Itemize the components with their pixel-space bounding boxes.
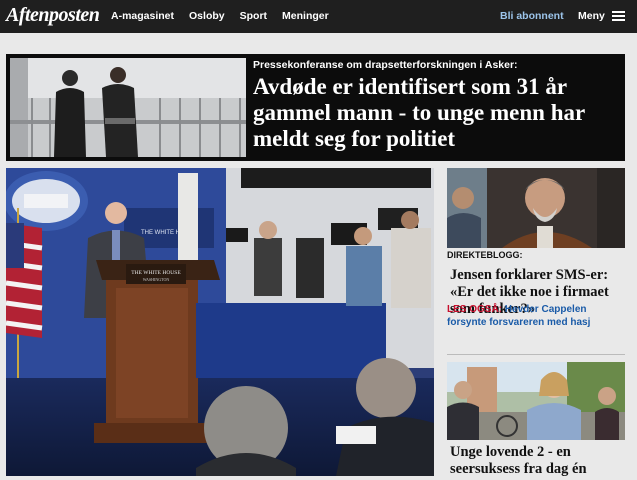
subscribe-link[interactable]: Bli abonnent [500, 10, 564, 22]
nav-link-a-magasinet[interactable]: A-magasinet [111, 10, 174, 22]
site-logo[interactable]: Aftenposten [6, 4, 100, 27]
nav-link-meninger[interactable]: Meninger [282, 10, 329, 22]
breaking-news-photo [10, 58, 246, 157]
read-also-label: LES OGSÅ: [447, 304, 503, 315]
podium-subtext: WASHINGTON [143, 277, 170, 282]
breaking-news-banner[interactable]: Pressekonferanse om drapsetterforskninge… [6, 54, 625, 161]
hamburger-icon[interactable] [612, 11, 625, 21]
nav-link-sport[interactable]: Sport [240, 10, 267, 22]
live-blog-label: DIREKTEBLOGG: [447, 250, 523, 260]
side-story-headline-2[interactable]: Unge lovende 2 - en seersuksess fra dag … [450, 444, 628, 478]
main-nav: A-magasinet Osloby Sport Meninger [111, 10, 329, 22]
nav-link-osloby[interactable]: Osloby [189, 10, 225, 22]
side-story-photo-1[interactable] [447, 168, 625, 248]
menu-button[interactable]: Meny [578, 10, 605, 22]
read-also-link[interactable]: LES OGSÅ: Hevder Cappelen forsynte forsv… [447, 303, 625, 329]
podium-text: THE WHITE HOUSE [131, 270, 181, 276]
main-story-photo[interactable]: THE WHITE HOUSE THE WHITE HOUSE WASHINGT… [6, 168, 434, 476]
top-navigation-bar: Aftenposten A-magasinet Osloby Sport Men… [0, 0, 637, 33]
breaking-news-kicker: Pressekonferanse om drapsetterforskninge… [253, 59, 518, 71]
breaking-news-headline[interactable]: Avdøde er identifisert som 31 år gammel … [253, 74, 621, 152]
divider [447, 354, 625, 355]
side-story-photo-2[interactable] [447, 362, 625, 440]
